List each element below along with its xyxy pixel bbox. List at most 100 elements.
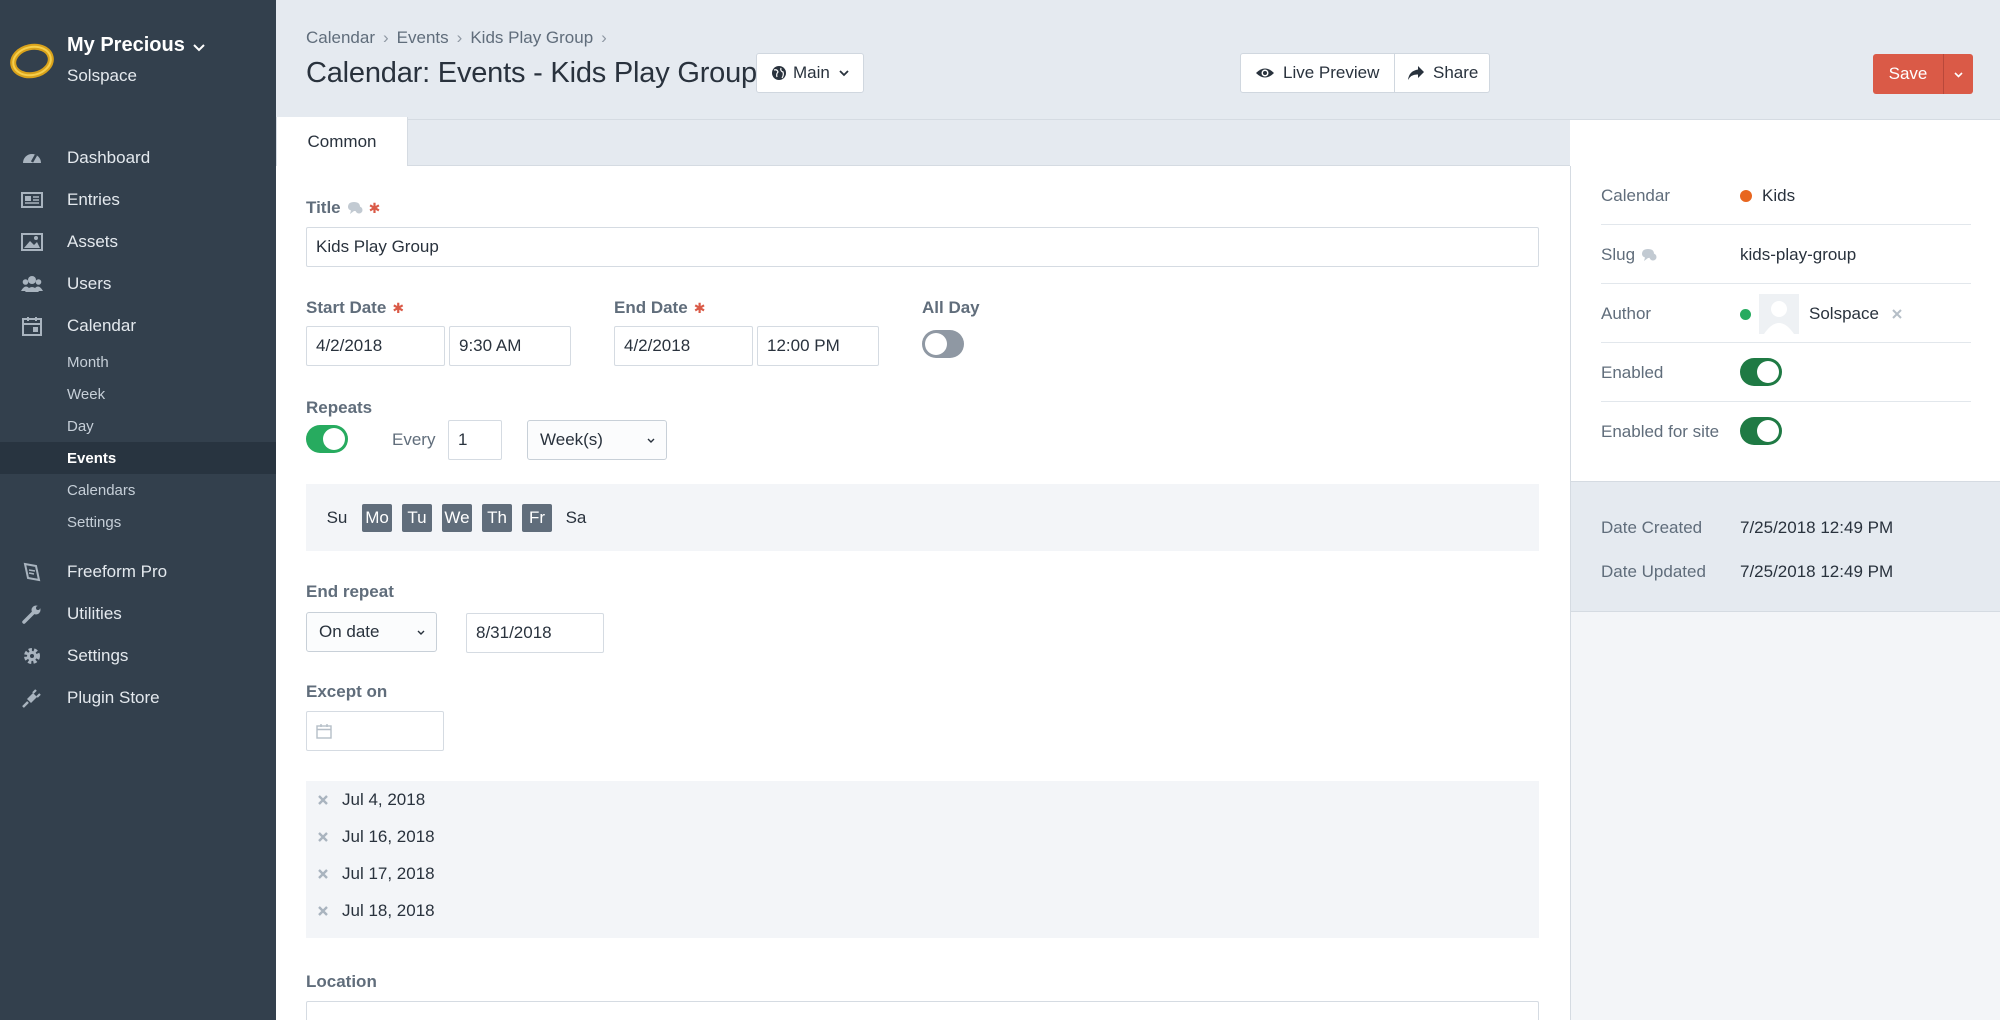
interval-select[interactable]: Week(s) — [527, 420, 667, 460]
start-time-input[interactable]: 9:30 AM — [449, 326, 571, 366]
nav-utilities[interactable]: Utilities — [0, 595, 276, 633]
nav-freeform[interactable]: Freeform Pro — [0, 553, 276, 591]
remove-author-icon[interactable] — [1891, 308, 1903, 320]
day-friday[interactable]: Fr — [522, 504, 552, 532]
nav-calendar-calendars[interactable]: Calendars — [0, 474, 276, 506]
meta-enabled-label: Enabled — [1601, 363, 1664, 382]
nav-plugin-store[interactable]: Plugin Store — [0, 679, 276, 717]
meta-calendar-label: Calendar — [1601, 186, 1670, 205]
author-status-dot — [1740, 308, 1751, 320]
brand-switcher[interactable]: My Precious Solspace — [10, 30, 270, 90]
enabled-for-site-toggle[interactable] — [1740, 417, 1782, 445]
chevron-down-icon — [1954, 71, 1963, 78]
nav-assets[interactable]: Assets — [0, 223, 276, 261]
calendar-icon — [20, 314, 44, 338]
required-icon: ✱ — [392, 299, 405, 316]
day-tuesday[interactable]: Tu — [402, 504, 432, 532]
nav-calendar-events[interactable]: Events — [0, 442, 276, 474]
chevron-down-icon — [417, 630, 425, 635]
end-date-label: End Date ✱ — [614, 298, 706, 317]
every-interval-input[interactable]: 1 — [448, 420, 502, 460]
globe-icon — [772, 66, 786, 80]
start-date-input[interactable]: 4/2/2018 — [306, 326, 445, 366]
end-repeat-date-input[interactable]: 8/31/2018 — [466, 613, 604, 653]
meta-enabled-site-row: Enabled for site — [1601, 402, 1971, 461]
toggle-knob — [323, 428, 345, 450]
sidebar: My Precious Solspace Dashboard Entries A… — [0, 0, 276, 1020]
share-button[interactable]: Share — [1395, 54, 1489, 92]
live-preview-label: Live Preview — [1283, 63, 1380, 82]
calendar-selector[interactable]: Kids — [1740, 186, 1795, 206]
entry-meta: Calendar Kids Slug kids-play-group Autho… — [1571, 166, 2000, 482]
day-thursday[interactable]: Th — [482, 504, 512, 532]
date-created-label: Date Created — [1601, 518, 1703, 537]
meta-slug-row: Slug kids-play-group — [1601, 225, 1971, 284]
remove-icon[interactable] — [316, 867, 330, 881]
enabled-toggle[interactable] — [1740, 358, 1782, 386]
title-field-label: Title ✱ — [306, 198, 381, 217]
site-selector-label: Main — [793, 63, 830, 82]
end-repeat-select-value: On date — [319, 622, 380, 641]
breadcrumb-calendar[interactable]: Calendar — [306, 28, 375, 48]
share-arrow-icon — [1408, 66, 1424, 80]
nav-calendar-day[interactable]: Day — [0, 410, 276, 442]
end-repeat-label: End repeat — [306, 582, 394, 601]
date-updated-row: Date Updated 7/25/2018 12:49 PM — [1601, 562, 1893, 582]
repeats-toggle[interactable] — [306, 425, 348, 453]
slug-input[interactable]: kids-play-group — [1740, 245, 1856, 265]
users-icon — [20, 272, 44, 296]
chevron-down-icon — [193, 44, 205, 52]
author-selector[interactable]: Solspace — [1740, 294, 1903, 334]
wrench-icon — [20, 602, 44, 626]
tab-common[interactable]: Common — [276, 117, 408, 167]
breadcrumb-events[interactable]: Events — [397, 28, 449, 48]
meta-calendar-row: Calendar Kids — [1601, 166, 1971, 225]
nav-settings[interactable]: Settings — [0, 637, 276, 675]
nav-dashboard[interactable]: Dashboard — [0, 139, 276, 177]
breadcrumb-entry[interactable]: Kids Play Group — [470, 28, 593, 48]
all-day-toggle[interactable] — [922, 330, 964, 358]
entry-details-panel: Calendar Kids Slug kids-play-group Autho… — [1570, 166, 2000, 1020]
date-updated-label: Date Updated — [1601, 562, 1706, 581]
nav-calendar-week[interactable]: Week — [0, 378, 276, 410]
end-date-input[interactable]: 4/2/2018 — [614, 326, 753, 366]
date-updated-value: 7/25/2018 12:49 PM — [1740, 562, 1894, 581]
save-options-button[interactable] — [1943, 54, 1973, 94]
day-monday[interactable]: Mo — [362, 504, 392, 532]
required-icon: ✱ — [368, 199, 381, 216]
entry-form: Title ✱ Kids Play Group Start Date ✱ 4/2… — [276, 166, 1570, 1020]
site-selector-button[interactable]: Main — [756, 53, 864, 93]
save-button-group: Save — [1873, 54, 1973, 94]
nav-calendar-settings[interactable]: Settings — [0, 506, 276, 538]
end-time-input[interactable]: 12:00 PM — [757, 326, 879, 366]
breadcrumb-separator: › — [601, 28, 607, 47]
gear-icon — [20, 644, 44, 668]
nav-calendar[interactable]: Calendar — [0, 307, 276, 345]
calendar-icon — [316, 724, 332, 739]
save-button[interactable]: Save — [1873, 54, 1943, 94]
except-date-input[interactable] — [306, 711, 444, 751]
calendar-color-dot — [1740, 190, 1752, 202]
brand-name: My Precious — [67, 34, 185, 56]
location-input[interactable] — [306, 1001, 1539, 1020]
start-date-label: Start Date ✱ — [306, 298, 405, 317]
remove-icon[interactable] — [316, 830, 330, 844]
meta-author-row: Author Solspace — [1601, 284, 1971, 343]
nav-calendar-month[interactable]: Month — [0, 346, 276, 378]
live-preview-button[interactable]: Live Preview — [1241, 54, 1395, 92]
preview-share-group: Live Preview Share — [1240, 53, 1490, 93]
title-input[interactable]: Kids Play Group — [306, 227, 1539, 267]
day-saturday[interactable]: Sa — [561, 504, 591, 532]
toggle-knob — [1757, 420, 1779, 442]
nav-entries[interactable]: Entries — [0, 181, 276, 219]
meta-slug-label: Slug — [1601, 245, 1657, 265]
end-repeat-select[interactable]: On date — [306, 612, 437, 652]
brand-site-name: Solspace — [67, 66, 137, 85]
day-sunday[interactable]: Su — [322, 504, 352, 532]
remove-icon[interactable] — [316, 793, 330, 807]
ring-logo-icon — [10, 43, 54, 79]
day-wednesday[interactable]: We — [442, 504, 472, 532]
share-label: Share — [1433, 63, 1479, 82]
nav-users[interactable]: Users — [0, 265, 276, 303]
remove-icon[interactable] — [316, 904, 330, 918]
